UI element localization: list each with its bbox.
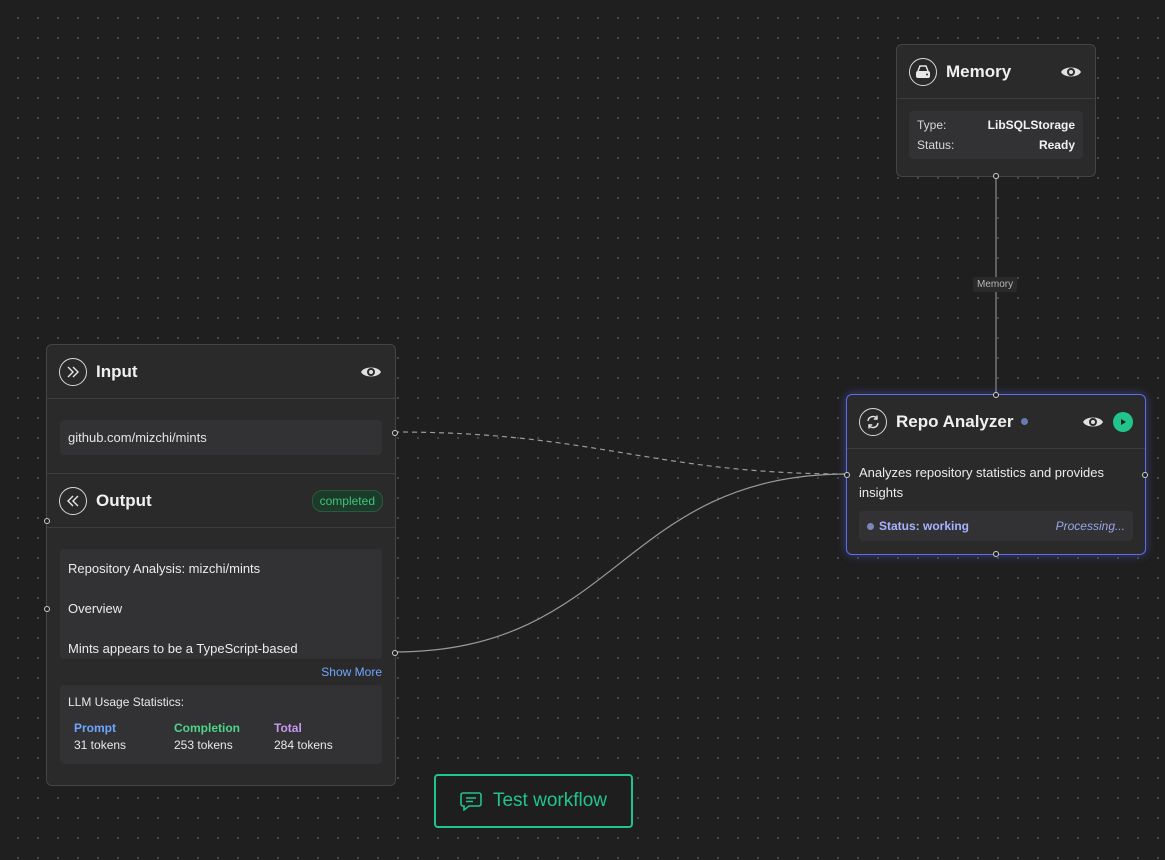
agent-description: Analyzes repository statistics and provi… [859,465,1104,500]
input-node-header[interactable]: Input [47,345,395,399]
memory-type-key: Type: [917,118,947,132]
eye-icon[interactable] [1081,410,1105,434]
agent-status-text: Status: working [879,519,970,533]
memory-bottom-handle[interactable] [993,173,999,179]
llm-usage-title: LLM Usage Statistics: [68,695,185,709]
memory-node-header[interactable]: Memory [897,45,1095,99]
agent-node-title: Repo Analyzer [896,411,1014,431]
test-workflow-label: Test workflow [492,790,608,811]
memory-status-key: Status: [917,138,955,152]
status-dot-icon [1021,418,1029,425]
status-badge: completed [311,489,383,512]
output-line: Overview [68,601,123,616]
usage-completion-value: 253 tokens [174,738,233,752]
input-output-node[interactable]: Input github.com/mizchi/mints Output com… [44,344,398,786]
agent-right-handle[interactable] [1142,472,1148,478]
test-workflow-button[interactable]: Test workflow [434,774,633,828]
database-icon [909,57,937,86]
usage-total: Total 284 tokens [274,721,374,752]
eye-icon[interactable] [359,360,383,384]
eye-icon[interactable] [1059,60,1083,84]
play-icon[interactable] [1113,411,1133,432]
usage-completion: Completion 253 tokens [174,721,274,752]
usage-prompt: Prompt 31 tokens [74,721,174,752]
output-node-title: Output [96,490,152,510]
memory-row-type: Type: LibSQLStorage [917,115,1075,135]
usage-total-label: Total [274,721,302,735]
memory-row-status: Status: Ready [917,135,1075,155]
memory-status-value: Ready [1038,138,1075,152]
output-source-handle[interactable] [392,650,398,656]
agent-node[interactable]: Repo Analyzer Analyzes repository statis… [844,392,1148,557]
output-line: Repository Analysis: mizchi/mints [68,561,261,576]
chevrons-left-icon [59,486,87,515]
output-target-handle[interactable] [44,606,50,612]
input-node-title: Input [96,361,138,381]
agent-bottom-handle[interactable] [993,551,999,557]
output-line: Mints appears to be a TypeScript-based [68,641,298,656]
agent-status-bar: Status: working Processing... [859,511,1133,541]
agent-left-handle[interactable] [844,472,850,478]
llm-usage-panel: LLM Usage Statistics: Prompt 31 tokens C… [60,685,382,764]
agent-processing-text: Processing... [1055,519,1125,533]
status-dot-icon [867,522,874,530]
usage-prompt-value: 31 tokens [74,738,127,752]
usage-completion-label: Completion [174,721,240,735]
input-source-handle[interactable] [392,430,398,436]
usage-total-value: 284 tokens [274,738,333,752]
memory-info-panel: Type: LibSQLStorage Status: Ready [909,111,1083,159]
show-more-link[interactable]: Show More [321,665,382,679]
input-value: github.com/mizchi/mints [68,430,207,445]
memory-node[interactable]: Memory Type: LibSQLStorage Status: Ready [896,44,1096,179]
output-target-handle-top[interactable] [44,518,50,524]
output-text-panel: Repository Analysis: mizchi/mints Overvi… [60,549,382,659]
output-node-header[interactable]: Output completed [47,474,395,528]
agent-top-handle[interactable] [993,392,999,398]
memory-node-title: Memory [946,61,1012,81]
agent-node-header[interactable]: Repo Analyzer [847,395,1145,449]
memory-type-value: LibSQLStorage [987,118,1075,132]
refresh-icon [859,407,887,436]
edge-label-memory: Memory [973,277,1018,292]
output-section: Output completed Repository Analysis: mi… [47,473,395,764]
edge-output-agent [393,473,849,653]
input-value-field[interactable]: github.com/mizchi/mints [60,420,382,455]
edge-input-agent [393,431,849,475]
chevrons-right-icon [59,357,87,386]
message-icon [460,791,482,811]
usage-prompt-label: Prompt [74,721,116,735]
